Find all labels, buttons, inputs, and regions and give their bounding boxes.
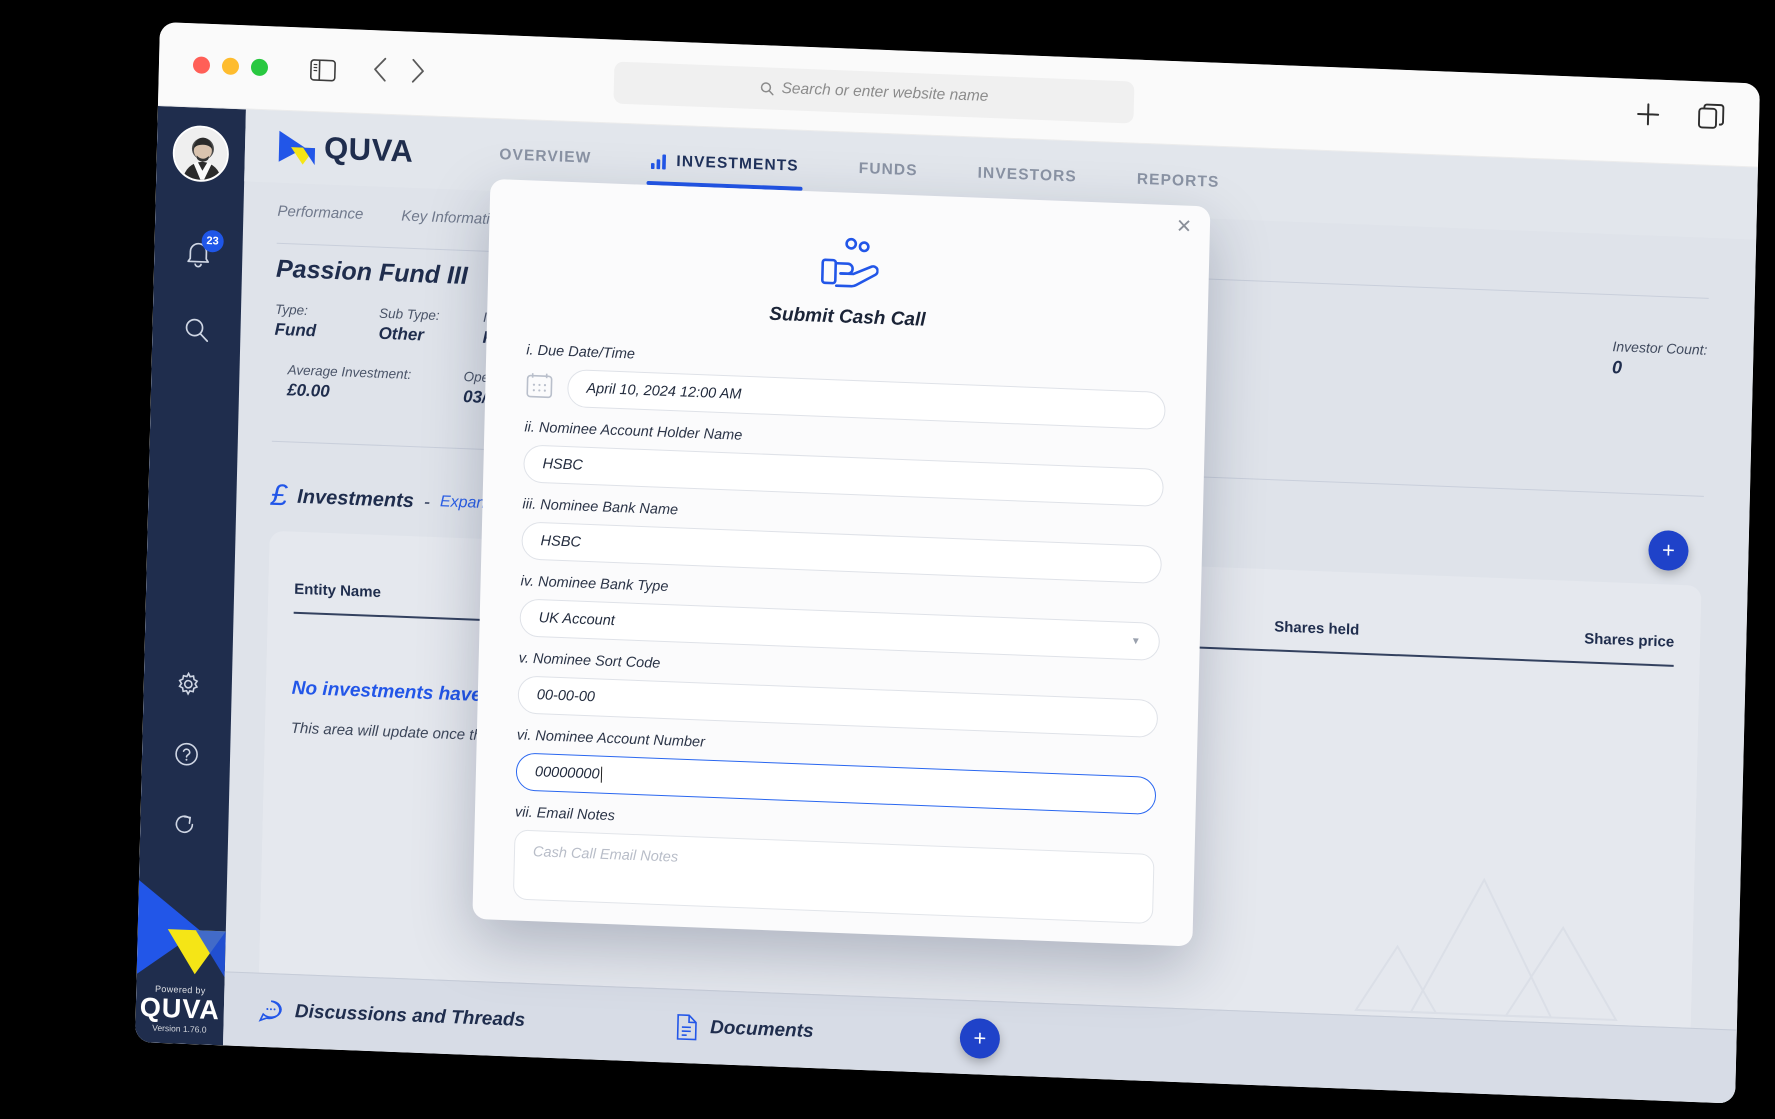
chevron-down-icon: ▼ [1130,635,1141,647]
address-bar-placeholder: Search or enter website name [781,79,989,105]
back-icon[interactable] [372,56,389,88]
nominee-bank-type-value: UK Account [538,610,615,630]
field-nominee-account-holder-name: ii. Nominee Account Holder Name HSBC [523,419,1165,508]
field-nominee-bank-type: iv. Nominee Bank Type UK Account ▼ [519,573,1161,662]
maximize-window-button[interactable] [250,58,269,77]
text-caret [600,766,602,783]
field-due-date: i. Due Date/Time April 10, 2024 12:00 AM [525,342,1167,431]
new-tab-icon[interactable] [1633,99,1664,135]
application-area: 23 Powered by QUVA Version 1.76.0 QUVA O… [135,106,1758,1104]
forward-icon[interactable] [410,58,427,90]
email-notes-placeholder: Cash Call Email Notes [532,844,679,866]
tabs-overview-icon[interactable] [1697,102,1726,136]
calendar-icon[interactable] [525,370,554,404]
close-window-button[interactable] [192,56,211,74]
search-icon [760,82,774,96]
submit-cash-call-modal: ✕ Submit Cash Call i. Due Date/Time Apri… [472,178,1211,947]
close-icon[interactable]: ✕ [1176,216,1192,238]
window-traffic-lights[interactable] [192,56,269,77]
email-notes-textarea[interactable]: Cash Call Email Notes [512,829,1155,925]
field-email-notes: vii. Email Notes Cash Call Email Notes [512,804,1155,925]
nominee-sort-code-value: 00-00-00 [536,687,596,706]
hand-holding-coins-icon [821,237,879,288]
nominee-account-number-value: 00000000 [534,764,600,783]
browser-window-tilt: Search or enter website name 23 Powered … [135,22,1760,1104]
cash-call-form: i. Due Date/Time April 10, 2024 12:00 AM… [473,315,1207,926]
field-nominee-bank-name: iii. Nominee Bank Name HSBC [521,496,1163,585]
nominee-account-holder-value: HSBC [542,456,584,474]
sidebar-toggle-icon[interactable] [310,58,337,81]
field-nominee-account-number: vi. Nominee Account Number 00000000 [515,727,1158,816]
nominee-bank-name-value: HSBC [540,533,582,551]
browser-window: Search or enter website name 23 Powered … [135,22,1760,1104]
due-date-value: April 10, 2024 12:00 AM [586,380,742,403]
screenshot-stage: + [0,0,1775,1119]
address-bar[interactable]: Search or enter website name [613,61,1135,124]
modal-overlay: ✕ Submit Cash Call i. Due Date/Time Apri… [135,106,1758,1104]
minimize-window-button[interactable] [221,57,240,76]
field-nominee-sort-code: v. Nominee Sort Code 00-00-00 [517,650,1159,739]
